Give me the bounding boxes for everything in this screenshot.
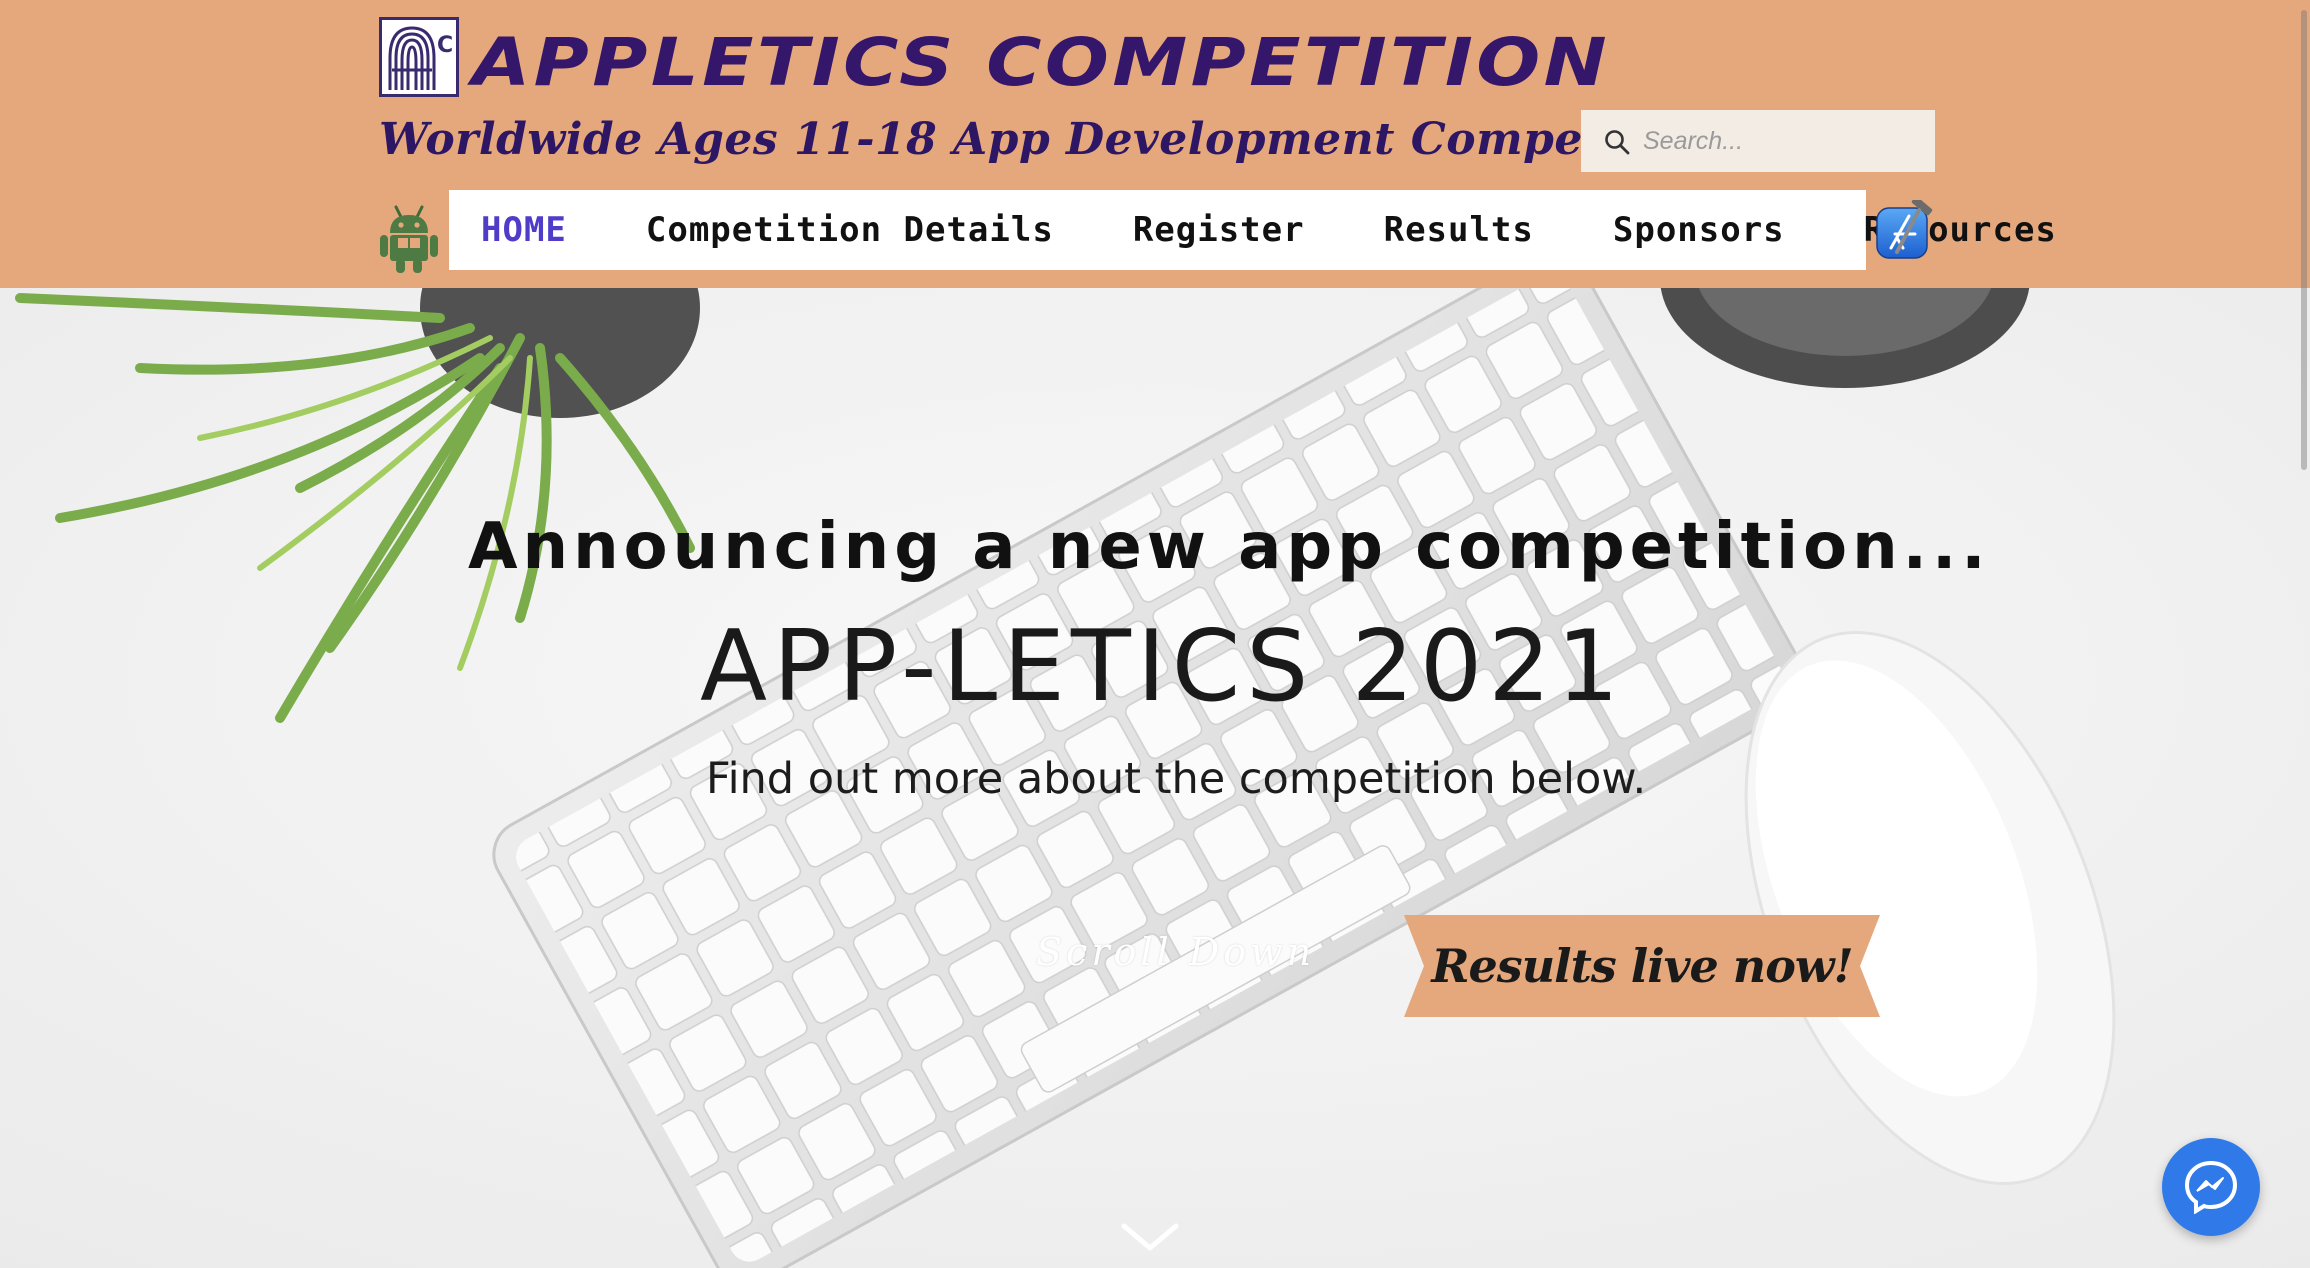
site-title[interactable]: APPLETICS COMPETITION: [472, 18, 1610, 108]
hero-title: APP-LETICS 2021: [700, 610, 1625, 724]
nav-item-results[interactable]: Results: [1384, 210, 1534, 250]
site-tagline: Worldwide Ages 11-18 App Development Com…: [379, 114, 1722, 165]
scroll-down-link[interactable]: Scroll Down: [1036, 930, 1315, 974]
hero-section: Announcing a new app competition... APP-…: [0, 288, 2310, 1268]
search-icon[interactable]: [1603, 128, 1631, 156]
nav-item-competition-details[interactable]: Competition Details: [646, 210, 1054, 250]
site-header: C APPLETICS COMPETITION Worldwide Ages 1…: [0, 0, 2310, 288]
nav-item-home[interactable]: HOME: [481, 210, 567, 250]
search-input[interactable]: [1643, 110, 1923, 172]
messenger-icon: [2184, 1160, 2238, 1214]
results-live-label: Results live now!: [1431, 939, 1853, 993]
scrollbar-thumb[interactable]: [2301, 10, 2307, 470]
messenger-chat-button[interactable]: [2162, 1138, 2260, 1236]
chevron-down-icon[interactable]: [1120, 1220, 1180, 1254]
logo-mark[interactable]: C: [379, 17, 459, 97]
hero-announcement: Announcing a new app competition...: [468, 510, 1991, 584]
main-nav: HOME Competition Details Register Result…: [449, 190, 2056, 270]
page-scrollbar[interactable]: [2298, 0, 2310, 1268]
xcode-icon: [1876, 200, 1933, 259]
svg-text:C: C: [437, 33, 453, 58]
logo-icon: C: [388, 26, 453, 90]
nav-item-register[interactable]: Register: [1133, 210, 1305, 250]
hero-subtitle: Find out more about the competition belo…: [706, 754, 1647, 804]
results-live-button[interactable]: Results live now!: [1404, 915, 1880, 1017]
nav-item-sponsors[interactable]: Sponsors: [1613, 210, 1785, 250]
search-box[interactable]: [1581, 110, 1935, 172]
android-icon: [380, 205, 438, 273]
